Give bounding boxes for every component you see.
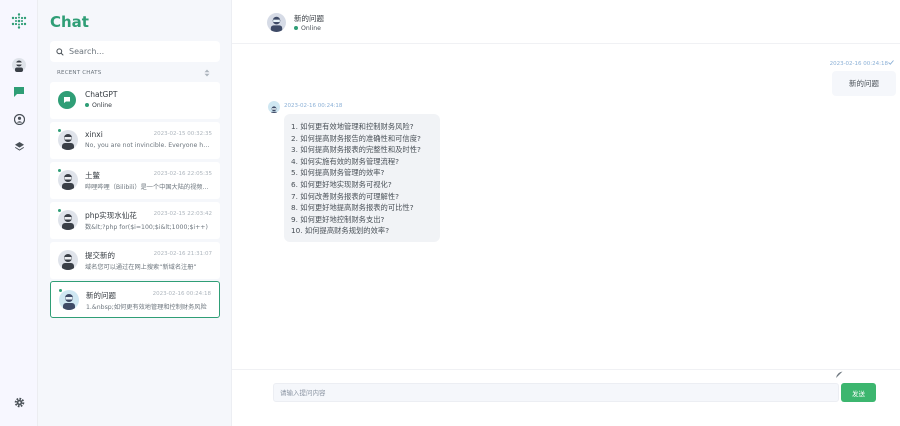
- message-input[interactable]: [273, 383, 839, 402]
- message-line: 7. 如何改善财务报表的可理解性?: [291, 191, 400, 201]
- conversation-title: 新的问题: [294, 14, 324, 23]
- sort-toggle-icon[interactable]: [203, 69, 211, 77]
- chat-item-preview: 域名您可以通过在网上搜索“新域名注册”: [85, 264, 197, 271]
- message-line: 4. 如何实施有效的财务管理流程?: [291, 156, 400, 166]
- chat-bubble-icon: [64, 97, 70, 103]
- avatar-icon[interactable]: [10, 56, 28, 74]
- check-icon: [888, 60, 894, 65]
- avatar: [58, 170, 78, 190]
- chat-item-chatgpt[interactable]: ChatGPT Online: [50, 82, 220, 119]
- chat-item-preview: No, you are not invincible. Everyone has…: [85, 142, 213, 149]
- conversation-status: Online: [294, 25, 321, 32]
- sidebar-title: Chat: [50, 13, 89, 31]
- received-message-time: 2023-02-16 00:24:18: [284, 103, 343, 109]
- nav-rail: [0, 0, 38, 426]
- online-indicator: [294, 26, 298, 30]
- chat-item[interactable]: php实现水仙花 2023-02-15 22:03:42 数&lt;?php f…: [50, 202, 220, 239]
- conversation-header: 新的问题 Online: [232, 0, 900, 44]
- message-line: 6. 如何更好地实现财务可视化?: [291, 179, 392, 189]
- chatgpt-avatar: [58, 91, 76, 109]
- chat-icon[interactable]: [10, 83, 28, 101]
- chat-item-active[interactable]: 新的问题 2023-02-16 00:24:18 1.&nbsp;如何更有效地管…: [50, 281, 220, 318]
- chat-item-status: Online: [85, 102, 112, 109]
- profile-icon[interactable]: [10, 110, 28, 128]
- online-indicator: [58, 169, 61, 172]
- logo-icon[interactable]: [10, 12, 28, 30]
- chat-sidebar: Chat RECENT CHATS ChatGPT Online: [38, 0, 232, 426]
- chat-item-name: php实现水仙花: [85, 211, 137, 220]
- online-indicator: [58, 209, 61, 212]
- message-line: 3. 如何提高财务报表的完整性和及时性?: [291, 145, 421, 155]
- message-line: 1. 如何更有效地管理和控制财务风险?: [291, 122, 414, 131]
- chat-item[interactable]: xinxi 2023-02-15 00:32:35 No, you are no…: [50, 122, 220, 159]
- settings-icon[interactable]: [10, 393, 28, 411]
- sent-message-time: 2023-02-16 00:24:18: [830, 60, 894, 67]
- layers-icon[interactable]: [10, 137, 28, 155]
- avatar: [58, 210, 78, 230]
- online-indicator: [85, 103, 89, 107]
- chat-item-time: 2023-02-16 00:24:18: [152, 291, 211, 297]
- message-line: 10. 如何提高财务规划的效率?: [291, 226, 390, 236]
- chat-item-preview: 数&lt;?php for($i=100;$i&lt;1000;$i++): [85, 224, 208, 231]
- chat-item-name: xinxi: [85, 130, 103, 139]
- feather-icon[interactable]: [835, 371, 843, 379]
- chat-item[interactable]: 提交新的 2023-02-16 21:31:07 域名您可以通过在网上搜索“新域…: [50, 242, 220, 279]
- chat-item-preview: 哔哩哔哩（Bilibili）是一个中国大陆的视频网站: [85, 184, 213, 191]
- chat-item-time: 2023-02-15 00:32:35: [153, 131, 212, 137]
- chat-item-time: 2023-02-16 22:05:35: [153, 171, 212, 177]
- chat-item-time: 2023-02-15 22:03:42: [153, 211, 212, 217]
- online-indicator: [58, 129, 61, 132]
- search-input[interactable]: [69, 47, 209, 56]
- chat-item-time: 2023-02-16 21:31:07: [153, 251, 212, 257]
- conversation-panel: 新的问题 Online 2023-02-16 00:24:18 新的问题 202…: [232, 0, 900, 426]
- avatar: [267, 13, 286, 32]
- received-message-bubble: 1. 如何更有效地管理和控制财务风险? 2. 如何提高财务报告的准确性和可信度?…: [284, 114, 440, 242]
- avatar: [59, 290, 79, 310]
- assistant-avatar: [268, 101, 280, 113]
- chat-item[interactable]: 土鳖 2023-02-16 22:05:35 哔哩哔哩（Bilibili）是一个…: [50, 162, 220, 199]
- chat-item-name: ChatGPT: [85, 90, 118, 99]
- message-composer: 发送: [232, 369, 900, 426]
- chat-item-name: 提交新的: [85, 251, 115, 260]
- recent-chats-label: RECENT CHATS: [57, 70, 102, 76]
- message-line: 9. 如何更好地控制财务支出?: [291, 214, 385, 224]
- search-box[interactable]: [50, 41, 220, 62]
- message-line: 5. 如何提高财务管理的效率?: [291, 168, 385, 178]
- avatar: [58, 250, 78, 270]
- chat-item-name: 土鳖: [85, 171, 100, 180]
- chat-item-preview: 1.&nbsp;如何更有效地管理和控制财务风险: [86, 304, 207, 311]
- send-button[interactable]: 发送: [841, 383, 876, 402]
- app-window: Chat RECENT CHATS ChatGPT Online: [0, 0, 900, 426]
- search-icon: [56, 47, 64, 56]
- message-line: 8. 如何更好地提高财务报表的可比性?: [291, 203, 414, 213]
- avatar: [58, 130, 78, 150]
- chat-item-name: 新的问题: [86, 291, 116, 300]
- online-indicator: [59, 289, 62, 292]
- sent-message-bubble: 新的问题: [832, 71, 896, 96]
- message-line: 2. 如何提高财务报告的准确性和可信度?: [291, 133, 421, 143]
